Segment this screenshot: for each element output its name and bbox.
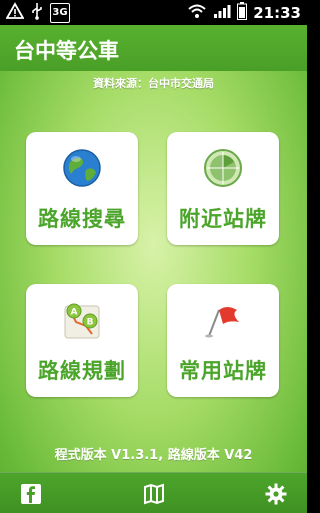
route-search-button[interactable]: 路線搜尋: [26, 132, 138, 245]
wifi-icon: [187, 3, 207, 23]
gear-icon[interactable]: [265, 483, 287, 505]
route-planning-button[interactable]: A B 路線規劃: [26, 284, 138, 397]
data-source-note: 資料來源：台中市交通局: [93, 77, 214, 90]
status-bar: 3G 21:33: [0, 0, 307, 25]
flag-icon: [203, 300, 243, 340]
route-map-icon: A B: [62, 300, 102, 340]
signal-icon: [213, 3, 231, 23]
svg-text:A: A: [71, 308, 78, 318]
favorite-stops-button[interactable]: 常用站牌: [167, 284, 279, 397]
usb-icon: [30, 2, 44, 24]
nearby-stops-button[interactable]: 附近站牌: [167, 132, 279, 245]
tile-label: 常用站牌: [179, 359, 267, 383]
facebook-icon[interactable]: [20, 483, 42, 505]
map-icon[interactable]: [143, 483, 165, 505]
title-bar: 台中等公車: [0, 25, 307, 71]
warning-icon: [5, 2, 25, 24]
version-text: 程式版本 V1.3.1, 路線版本 V42: [54, 448, 253, 463]
3g-icon: 3G: [50, 3, 70, 23]
radar-icon: [203, 148, 243, 188]
clock: 21:33: [253, 4, 301, 22]
app-screen: 台中等公車 資料來源：台中市交通局 路線搜尋 附近站牌 A B 路線規劃 常用站…: [0, 25, 307, 513]
app-title: 台中等公車: [14, 39, 119, 63]
bottom-toolbar: [0, 472, 307, 513]
tile-label: 路線規劃: [38, 359, 126, 383]
tile-label: 附近站牌: [179, 207, 267, 231]
svg-text:B: B: [87, 318, 94, 328]
battery-icon: [237, 2, 248, 24]
tile-label: 路線搜尋: [38, 207, 126, 231]
globe-icon: [62, 148, 102, 188]
